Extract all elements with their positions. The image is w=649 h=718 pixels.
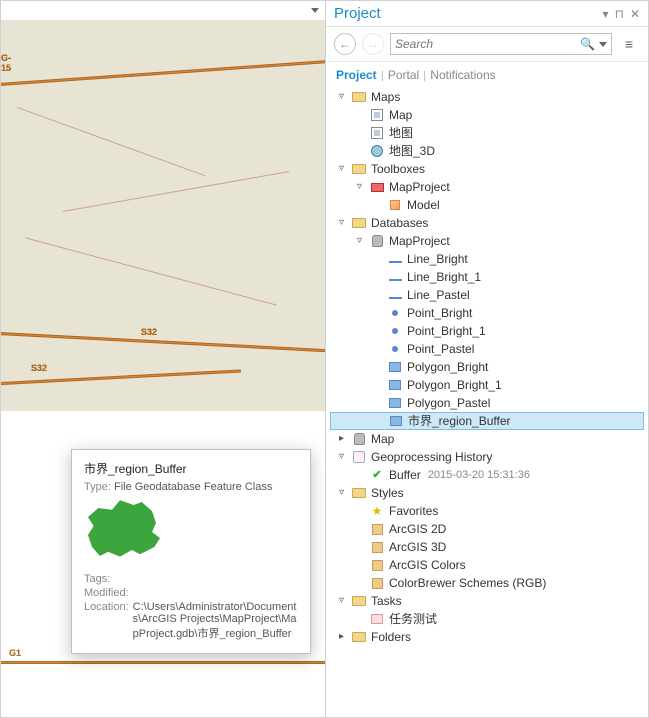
search-dropdown-icon[interactable] [599, 42, 607, 47]
tree-model[interactable]: ▿Model [330, 196, 644, 214]
popup-thumbnail [84, 499, 174, 567]
tree-folders[interactable]: ▸Folders [330, 628, 644, 646]
tree-fc-point[interactable]: ▿Point_Pastel [330, 340, 644, 358]
road-g15 [1, 58, 326, 86]
tree-databases[interactable]: ▿Databases [330, 214, 644, 232]
tree-map-item[interactable]: ▿地图 [330, 124, 644, 142]
tree-maps[interactable]: ▿Maps [330, 88, 644, 106]
project-panel: Project ▾ ⊓ ✕ ← → 🔍 ≡ Project | Portal |… [326, 1, 648, 717]
search-icon[interactable]: 🔍 [580, 37, 595, 51]
hamburger-icon[interactable]: ≡ [618, 36, 640, 52]
success-check-icon: ✔ [369, 468, 385, 482]
tree-styles[interactable]: ▿Styles [330, 484, 644, 502]
tree-style-favorites[interactable]: ▿★Favorites [330, 502, 644, 520]
tab-portal[interactable]: Portal [388, 68, 419, 82]
tree-fc-polygon[interactable]: ▿Polygon_Bright_1 [330, 376, 644, 394]
tree-fc-point[interactable]: ▿Point_Bright_1 [330, 322, 644, 340]
tree-map-section[interactable]: ▸Map [330, 430, 644, 448]
tree-tasks[interactable]: ▿Tasks [330, 592, 644, 610]
map-viewer[interactable]: G-15 G-15 G-15 G-15 G-15 G-15 G-15 G-15 … [1, 1, 326, 717]
project-tree[interactable]: ▿Maps ▿Map ▿地图 ▿地图_3D ▿Toolboxes ▿MapPro… [326, 86, 648, 717]
tree-fc-line[interactable]: ▿Line_Bright_1 [330, 268, 644, 286]
tree-fc-region-buffer[interactable]: ▿市界_region_Buffer [330, 412, 644, 430]
tree-history-buffer[interactable]: ▿✔Buffer2015-03-20 15:31:36 [330, 466, 644, 484]
popup-location-value: C:\Users\Administrator\Documents\ArcGIS … [133, 601, 298, 641]
search-box[interactable]: 🔍 [390, 33, 612, 55]
panel-title: Project [334, 5, 381, 22]
tree-style-item[interactable]: ▿ArcGIS 2D [330, 520, 644, 538]
feature-popup: 市界_region_Buffer Type: File Geodatabase … [71, 449, 311, 654]
autohide-pin-icon[interactable]: ▾ [603, 7, 609, 21]
tree-map-item[interactable]: ▿地图_3D [330, 142, 644, 160]
map-top-bar [1, 1, 325, 21]
tree-map-item[interactable]: ▿Map [330, 106, 644, 124]
tree-fc-point[interactable]: ▿Point_Bright [330, 304, 644, 322]
search-input[interactable] [395, 37, 580, 51]
tree-toolboxes[interactable]: ▿Toolboxes [330, 160, 644, 178]
tree-style-item[interactable]: ▿ArcGIS 3D [330, 538, 644, 556]
tab-project[interactable]: Project [336, 68, 377, 82]
pin-icon[interactable]: ⊓ [615, 7, 624, 21]
tree-geoprocessing-history[interactable]: ▿Geoprocessing History [330, 448, 644, 466]
popup-type-label: Type: [84, 481, 111, 493]
tree-db-project[interactable]: ▿MapProject [330, 232, 644, 250]
forward-button[interactable]: → [362, 33, 384, 55]
popup-location-label: Location: [84, 601, 129, 641]
map-options-dropdown[interactable] [311, 8, 319, 13]
tab-notifications[interactable]: Notifications [430, 68, 495, 82]
tree-fc-polygon[interactable]: ▿Polygon_Bright [330, 358, 644, 376]
tree-style-item[interactable]: ▿ColorBrewer Schemes (RGB) [330, 574, 644, 592]
tree-fc-line[interactable]: ▿Line_Pastel [330, 286, 644, 304]
popup-tags-label: Tags: [84, 573, 110, 585]
popup-modified-label: Modified: [84, 587, 129, 599]
road-s32-1 [1, 332, 326, 354]
tree-style-item[interactable]: ▿ArcGIS Colors [330, 556, 644, 574]
popup-type-value: File Geodatabase Feature Class [114, 481, 272, 493]
popup-title: 市界_region_Buffer [84, 460, 298, 477]
tree-task-item[interactable]: ▿任务测试 [330, 610, 644, 628]
back-button[interactable]: ← [334, 33, 356, 55]
star-icon: ★ [369, 504, 385, 518]
road-g1 [1, 661, 326, 664]
close-icon[interactable]: ✕ [630, 7, 640, 21]
tree-toolbox-project[interactable]: ▿MapProject [330, 178, 644, 196]
tree-fc-line[interactable]: ▿Line_Bright [330, 250, 644, 268]
tree-fc-polygon[interactable]: ▿Polygon_Pastel [330, 394, 644, 412]
